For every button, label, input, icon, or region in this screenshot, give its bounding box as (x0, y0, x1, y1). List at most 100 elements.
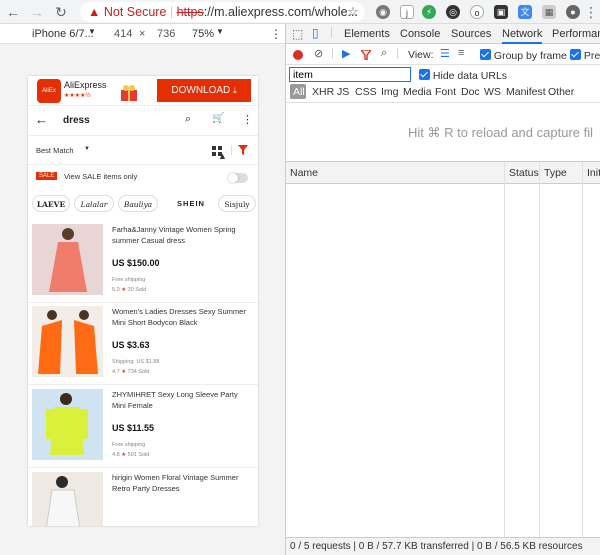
type-filter-media[interactable]: Media (403, 86, 432, 98)
brand-chip[interactable]: Sisjuly (218, 195, 256, 212)
search-bar: ← dress ⌕ 🛒 ⋮ (28, 107, 258, 136)
search-icon[interactable]: ⌕ (185, 113, 191, 126)
type-filter-js[interactable]: JS (337, 86, 349, 98)
column-name[interactable]: Name (286, 162, 318, 184)
back-arrow-icon[interactable]: ← (35, 112, 48, 127)
device-height[interactable]: 736 (157, 28, 175, 40)
zoom-select[interactable]: 75% (192, 28, 214, 40)
product-card[interactable]: hirigin Women Floral Vintage Summer Retr… (28, 468, 258, 526)
chevron-down-icon: ▼ (88, 27, 96, 36)
product-shipping: Shipping: US $1.88 (112, 359, 160, 365)
tab-elements[interactable]: Elements (344, 24, 390, 44)
product-price: US $150.00 (112, 258, 160, 268)
network-status-bar: 0 / 5 requests | 0 B / 57.7 KB transferr… (286, 537, 600, 555)
brand-chip[interactable]: LAEVE (32, 195, 70, 212)
extension-grid-icon[interactable]: ▦ (542, 5, 556, 19)
cursor-icon: ▲ (218, 151, 227, 161)
type-filter-all[interactable]: All (293, 86, 305, 98)
product-price: US $3.63 (112, 340, 150, 350)
column-type[interactable]: Type (540, 162, 567, 184)
divider: | (331, 47, 334, 59)
security-label: Not Secure (103, 5, 167, 19)
back-icon[interactable]: ← (4, 3, 22, 21)
type-filter-other[interactable]: Other (548, 86, 574, 98)
tab-console[interactable]: Console (400, 24, 440, 44)
extension-translate-icon[interactable]: 文 (518, 5, 532, 19)
hide-data-urls-option[interactable]: Hide data URLs (419, 69, 507, 82)
clear-icon[interactable]: ⊘ (314, 47, 323, 60)
tab-network[interactable]: Network (502, 24, 543, 44)
preserve-log-checkbox[interactable] (570, 49, 581, 60)
column-divider[interactable] (582, 162, 583, 537)
type-filter-manifest[interactable]: Manifest (506, 86, 546, 98)
inspect-icon[interactable]: ⬚ (292, 27, 303, 41)
network-toolbar: ⊘ | ▶ ⌕ | View: ☰ ≡ Group by frame Pres (286, 45, 600, 65)
request-summary: 0 / 5 requests | 0 B / 57.7 KB transferr… (290, 541, 583, 552)
type-filter-font[interactable]: Font (435, 86, 456, 98)
product-card[interactable]: Women's Ladies Dresses Sexy Summer Mini … (28, 302, 258, 385)
tab-performance[interactable]: Performance (552, 24, 600, 44)
sort-select[interactable]: Best Match (36, 146, 74, 155)
download-button[interactable]: DOWNLOAD ⤓ (157, 79, 251, 102)
column-status[interactable]: Status (505, 162, 539, 184)
product-card[interactable]: Farha&Janny Vintage Women Spring summer … (28, 220, 258, 303)
product-card[interactable]: ZHYMIHRET Sexy Long Sleeve Party Mini Fe… (28, 385, 258, 468)
group-by-frame-checkbox[interactable] (480, 49, 491, 60)
large-rows-icon[interactable]: ☰ (440, 47, 450, 60)
filter-funnel-icon[interactable] (359, 49, 373, 62)
record-icon[interactable] (293, 50, 303, 60)
column-divider[interactable] (504, 162, 505, 537)
filter-icon[interactable] (238, 145, 248, 155)
brand-chip[interactable]: Bauliya (118, 195, 158, 212)
brand-chip[interactable]: Lalalar (74, 195, 114, 212)
forward-icon[interactable]: → (28, 3, 46, 21)
search-icon[interactable]: ⌕ (381, 47, 387, 60)
column-initiator[interactable]: Initi (583, 162, 600, 184)
tab-sources[interactable]: Sources (451, 24, 491, 44)
extension-shield-icon[interactable]: ◎ (446, 5, 460, 19)
extension-square-icon[interactable]: ▣ (494, 5, 508, 19)
preserve-log-label: Pres (583, 50, 600, 62)
aliexpress-logo: AliEx (37, 79, 61, 103)
extension-bolt-icon[interactable]: ⚡ (422, 5, 436, 19)
preserve-log-option[interactable]: Pres (570, 49, 600, 62)
device-width[interactable]: 414 (114, 28, 132, 40)
type-filter-doc[interactable]: Doc (461, 86, 480, 98)
reload-hint: Hit ⌘ R to reload and capture fil (408, 125, 593, 140)
star-icon[interactable]: ☆ (344, 3, 362, 21)
extension-cat-icon[interactable]: ● (566, 5, 580, 19)
times-label: × (139, 28, 146, 40)
extension-j-icon[interactable]: j (400, 5, 414, 19)
group-by-frame-option[interactable]: Group by frame (480, 49, 567, 62)
extension-o-icon[interactable]: o (470, 5, 484, 19)
extension-globe-icon[interactable]: ◉ (376, 5, 390, 19)
product-shipping: Free shipping (112, 442, 146, 448)
menu-icon[interactable]: ⋮ (584, 3, 598, 21)
device-viewport: AliEx AliExpress ★★★★½ DOWNLOAD ⤓ ← dres… (0, 44, 285, 555)
url-scheme: https (176, 5, 204, 19)
product-rating: 4.8 ★ 591 Sold (112, 452, 149, 458)
star-icon: ★ (121, 369, 127, 375)
device-select[interactable]: iPhone 6/7... (32, 28, 94, 40)
filter-input[interactable] (289, 67, 411, 82)
type-filter-ws[interactable]: WS (484, 86, 501, 98)
type-filter-xhr[interactable]: XHR (312, 86, 334, 98)
sale-toggle[interactable] (228, 173, 248, 183)
cart-icon[interactable]: 🛒 (212, 113, 224, 124)
search-query[interactable]: dress (63, 115, 90, 126)
type-filter-css[interactable]: CSS (355, 86, 377, 98)
column-divider[interactable] (539, 162, 540, 537)
type-filter-img[interactable]: Img (381, 86, 399, 98)
separator: | (169, 5, 174, 19)
hide-data-urls-checkbox[interactable] (419, 69, 430, 80)
aliexpress-page[interactable]: AliEx AliExpress ★★★★½ DOWNLOAD ⤓ ← dres… (28, 76, 258, 526)
waterfall-icon[interactable]: ≡ (458, 47, 464, 59)
more-vert-icon[interactable]: ⋮ (242, 113, 253, 126)
download-label: DOWNLOAD (171, 85, 231, 96)
address-bar[interactable]: ▲ Not Secure | https://m.aliexpress.com/… (80, 2, 365, 22)
screenshot-icon[interactable]: ▶ (342, 47, 350, 60)
brand-chip[interactable]: SHEIN (168, 195, 214, 212)
device-mode-icon[interactable]: ▯ (312, 26, 319, 40)
more-options-icon[interactable]: ⋮ (270, 27, 282, 41)
reload-icon[interactable]: ↻ (52, 3, 70, 21)
